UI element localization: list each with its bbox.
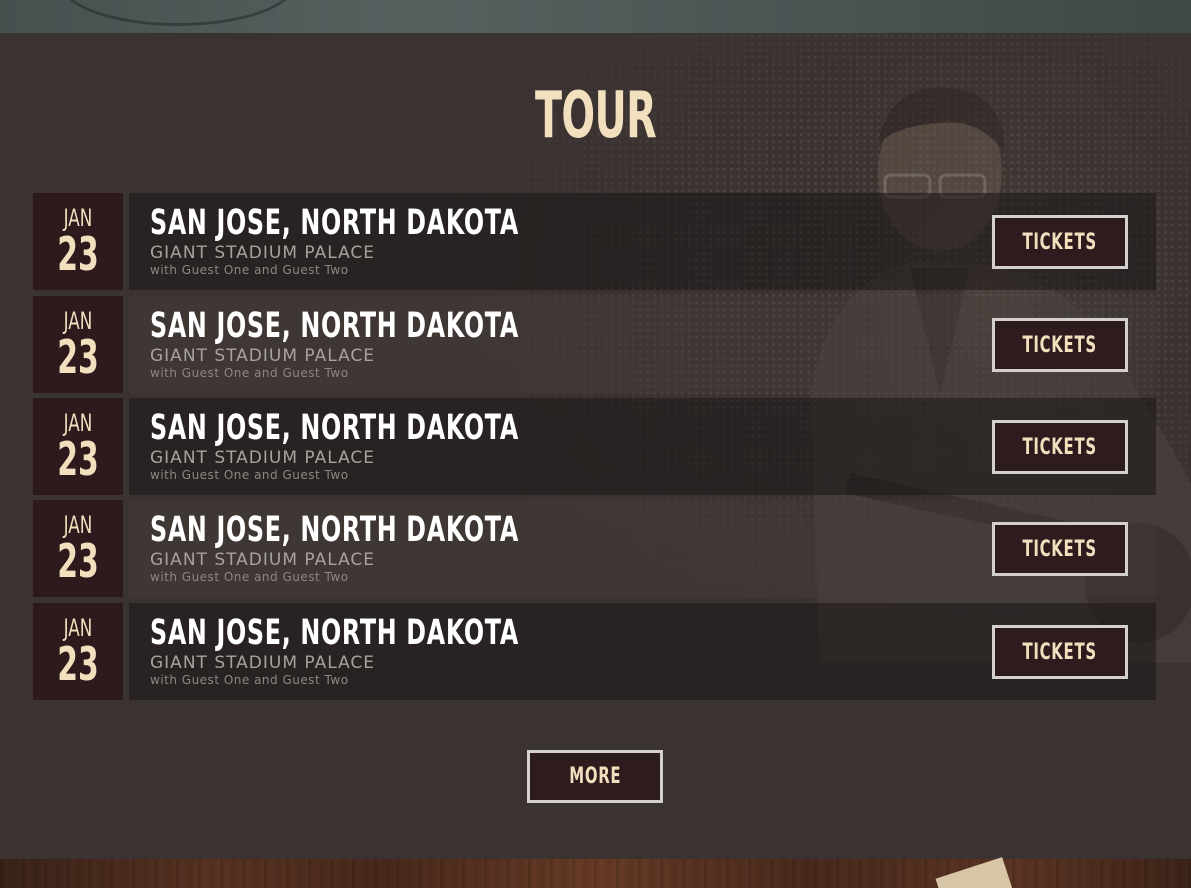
show-info: SAN JOSE, NORTH DAKOTA GIANT STADIUM PAL… — [129, 296, 1156, 393]
show-day: 23 — [57, 330, 99, 384]
show-row: JAN 23 SAN JOSE, NORTH DAKOTA GIANT STAD… — [33, 398, 1156, 495]
show-venue: GIANT STADIUM PALACE — [150, 243, 376, 263]
tickets-button[interactable]: TICKETS — [992, 420, 1128, 474]
page: TOUR JAN 23 SAN JOSE, NORTH DAKOTA GIANT… — [0, 0, 1191, 888]
more-button[interactable]: MORE — [527, 750, 663, 803]
decorative-card — [935, 857, 1015, 888]
more-button-label: MORE — [568, 764, 622, 789]
tickets-button-label: TICKETS — [1022, 229, 1098, 255]
show-day: 23 — [57, 534, 99, 588]
show-row: JAN 23 SAN JOSE, NORTH DAKOTA GIANT STAD… — [33, 500, 1156, 597]
show-venue: GIANT STADIUM PALACE — [150, 653, 376, 673]
show-venue: GIANT STADIUM PALACE — [150, 346, 376, 366]
show-venue: GIANT STADIUM PALACE — [150, 550, 376, 570]
show-info: SAN JOSE, NORTH DAKOTA GIANT STADIUM PAL… — [129, 500, 1156, 597]
show-info: SAN JOSE, NORTH DAKOTA GIANT STADIUM PAL… — [129, 603, 1156, 700]
header-background-strip — [0, 0, 1191, 33]
tickets-button[interactable]: TICKETS — [992, 215, 1128, 269]
tickets-button[interactable]: TICKETS — [992, 522, 1128, 576]
show-row: JAN 23 SAN JOSE, NORTH DAKOTA GIANT STAD… — [33, 296, 1156, 393]
show-guests: with Guest One and Guest Two — [150, 263, 349, 277]
show-date: JAN 23 — [33, 193, 123, 290]
tickets-button[interactable]: TICKETS — [992, 318, 1128, 372]
show-guests: with Guest One and Guest Two — [150, 468, 349, 482]
tour-section: TOUR JAN 23 SAN JOSE, NORTH DAKOTA GIANT… — [0, 33, 1191, 859]
show-date: JAN 23 — [33, 500, 123, 597]
show-guests: with Guest One and Guest Two — [150, 570, 349, 584]
tickets-button-label: TICKETS — [1022, 332, 1098, 358]
tickets-button-label: TICKETS — [1022, 536, 1098, 562]
show-day: 23 — [57, 227, 99, 281]
show-guests: with Guest One and Guest Two — [150, 673, 349, 687]
tickets-button[interactable]: TICKETS — [992, 625, 1128, 679]
show-date: JAN 23 — [33, 603, 123, 700]
show-city: SAN JOSE, NORTH DAKOTA — [150, 510, 519, 550]
show-day: 23 — [57, 432, 99, 486]
section-title: TOUR — [534, 79, 657, 153]
show-city: SAN JOSE, NORTH DAKOTA — [150, 203, 519, 243]
show-info: SAN JOSE, NORTH DAKOTA GIANT STADIUM PAL… — [129, 193, 1156, 290]
show-city: SAN JOSE, NORTH DAKOTA — [150, 306, 519, 346]
show-day: 23 — [57, 637, 99, 691]
show-guests: with Guest One and Guest Two — [150, 366, 349, 380]
show-date: JAN 23 — [33, 398, 123, 495]
footer-wood-strip — [0, 857, 1191, 888]
show-venue: GIANT STADIUM PALACE — [150, 448, 376, 468]
show-date: JAN 23 — [33, 296, 123, 393]
decorative-arc — [60, 0, 296, 26]
show-info: SAN JOSE, NORTH DAKOTA GIANT STADIUM PAL… — [129, 398, 1156, 495]
show-row: JAN 23 SAN JOSE, NORTH DAKOTA GIANT STAD… — [33, 603, 1156, 700]
tickets-button-label: TICKETS — [1022, 639, 1098, 665]
tickets-button-label: TICKETS — [1022, 434, 1098, 460]
show-city: SAN JOSE, NORTH DAKOTA — [150, 408, 519, 448]
show-city: SAN JOSE, NORTH DAKOTA — [150, 613, 519, 653]
show-row: JAN 23 SAN JOSE, NORTH DAKOTA GIANT STAD… — [33, 193, 1156, 290]
